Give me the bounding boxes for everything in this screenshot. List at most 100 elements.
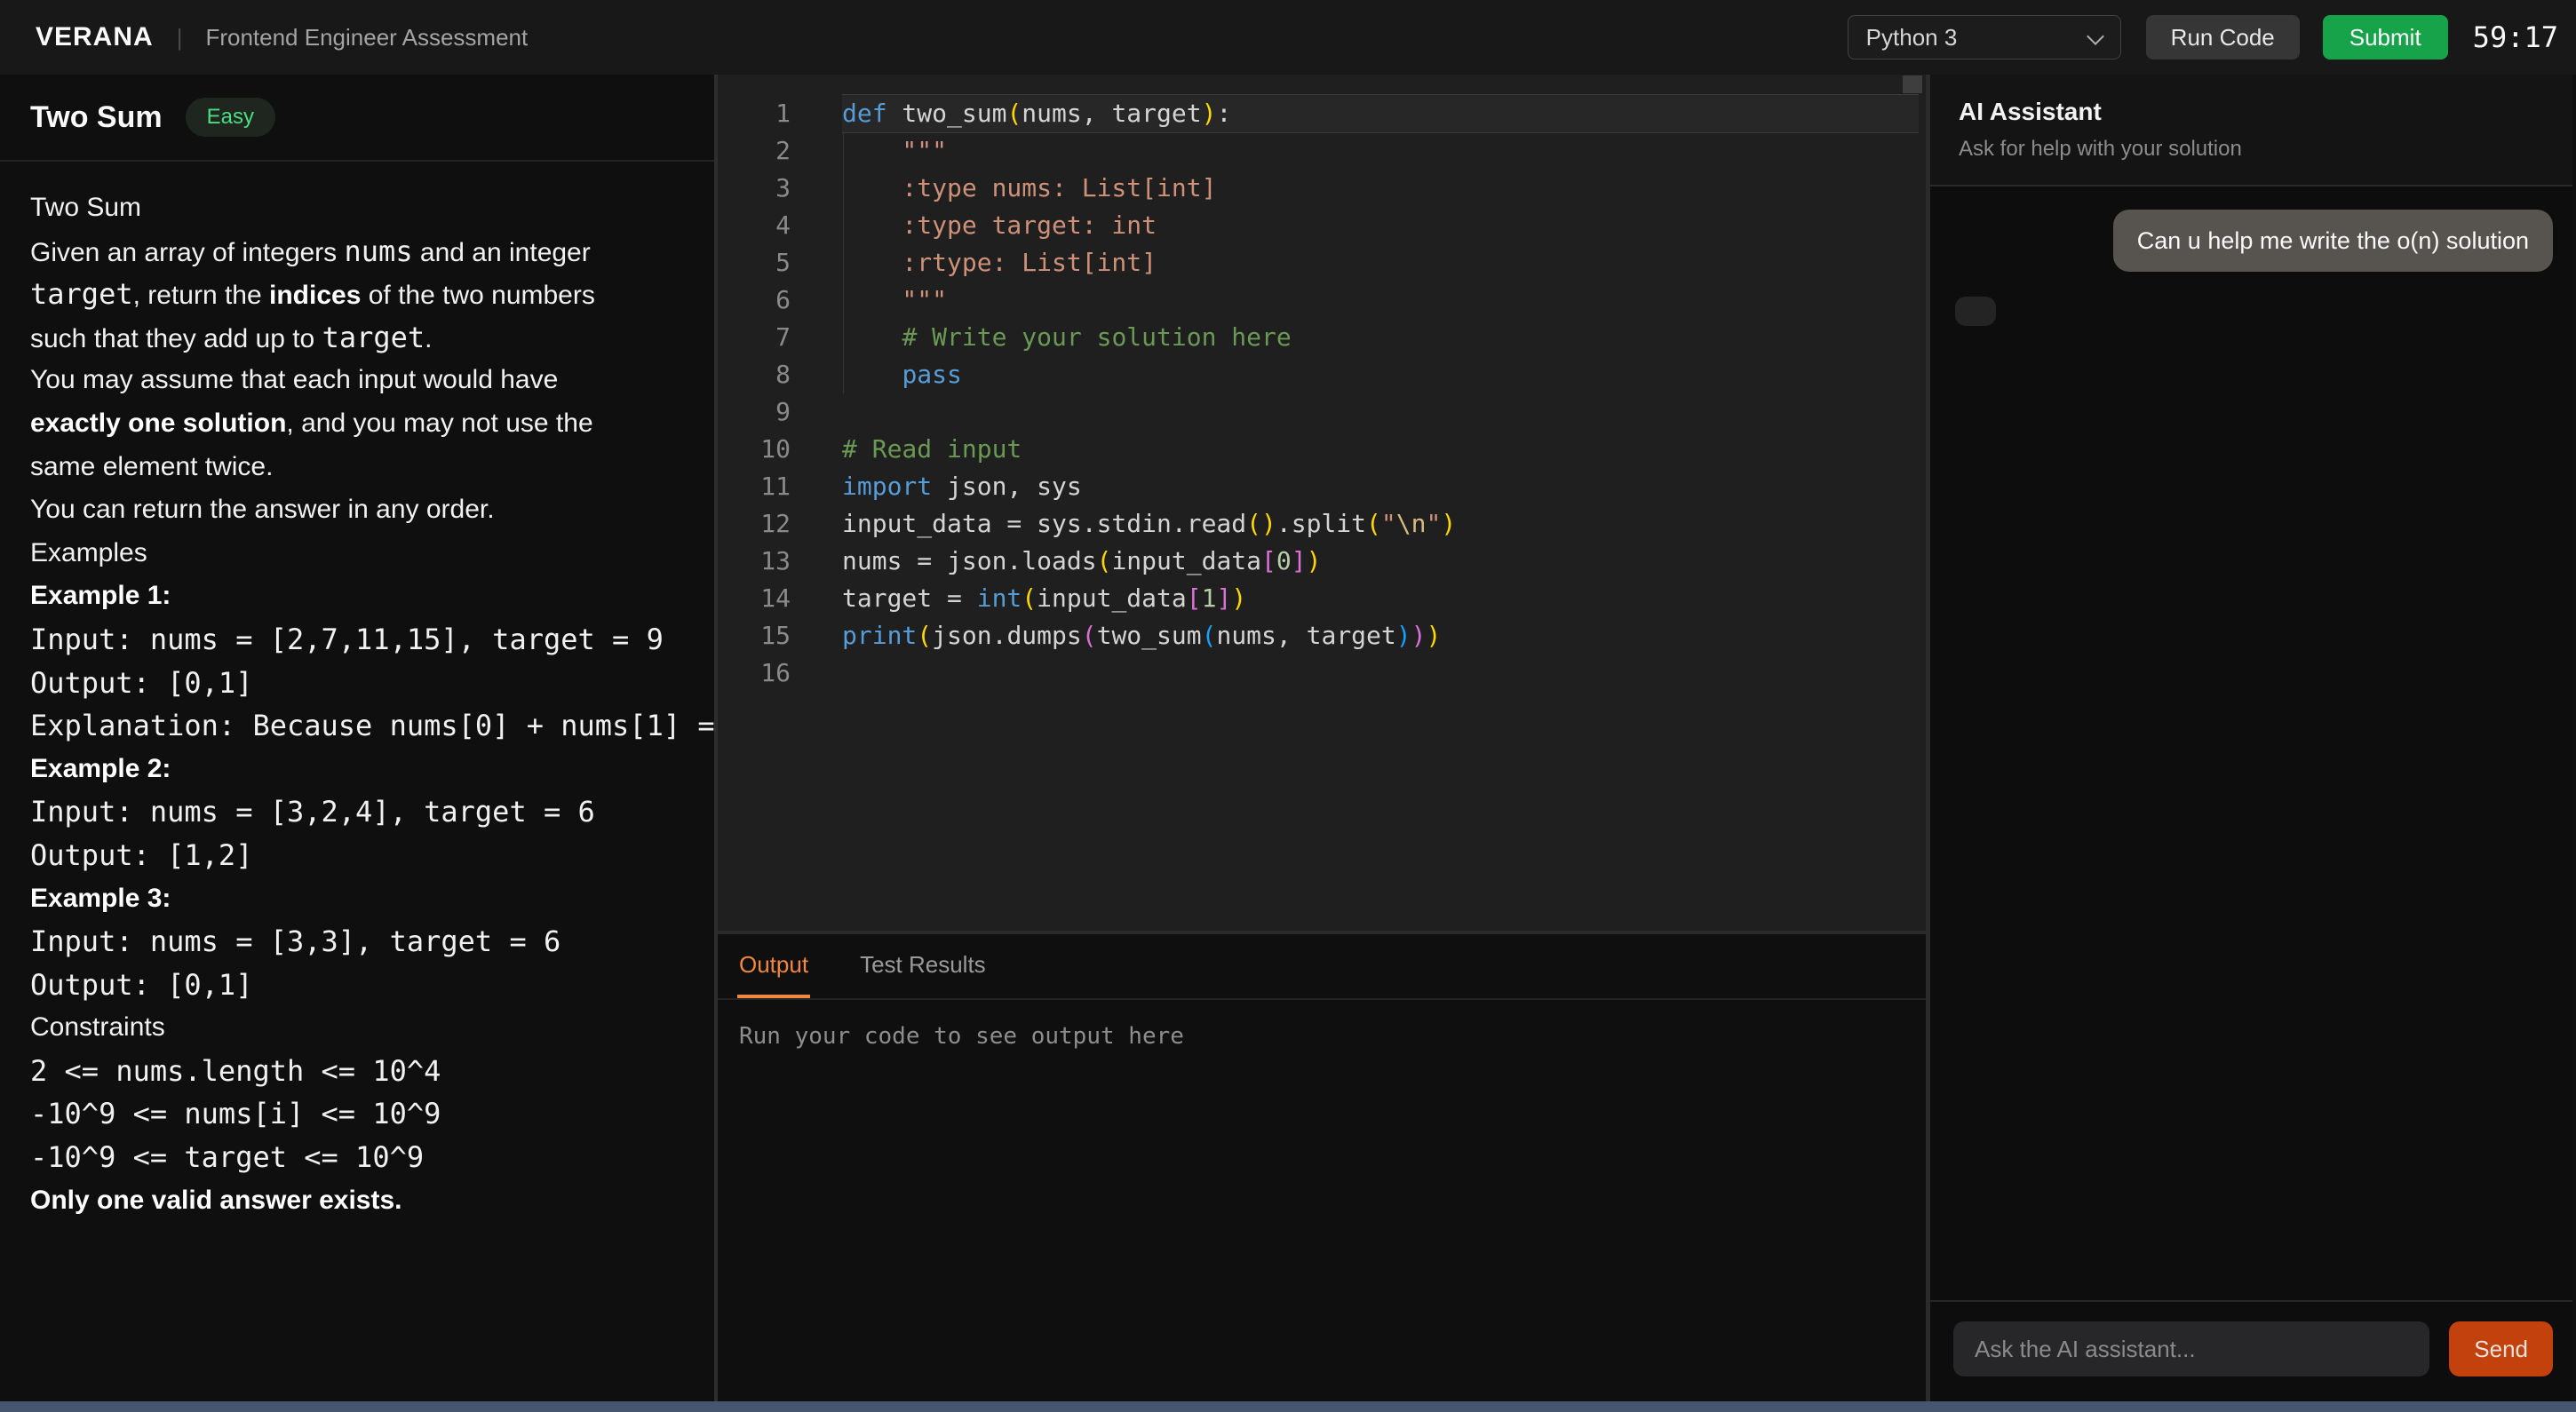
code-line-content[interactable]: print(json.dumps(two_sum(nums, target))) bbox=[842, 617, 1919, 654]
description-line: Input: nums = [3,2,4], target = 6 bbox=[30, 790, 714, 834]
description-line: Examples bbox=[30, 532, 714, 575]
line-number: 14 bbox=[718, 580, 791, 617]
code-line-content[interactable]: def two_sum(nums, target): bbox=[842, 95, 1919, 132]
countdown-timer: 59:17 bbox=[2473, 20, 2558, 54]
code-line-content[interactable]: pass bbox=[842, 356, 1919, 393]
code-line[interactable]: 2 """ bbox=[718, 132, 1926, 170]
code-line[interactable]: 16 bbox=[718, 654, 1926, 692]
ai-assistant-subtitle: Ask for help with your solution bbox=[1959, 137, 2544, 162]
ai-assistant-title: AI Assistant bbox=[1959, 98, 2544, 126]
chat-input[interactable] bbox=[1953, 1321, 2429, 1376]
code-line-content[interactable]: input_data = sys.stdin.read().split("\n"… bbox=[842, 505, 1919, 543]
description-line: exactly one solution, and you may not us… bbox=[30, 402, 714, 446]
line-number: 8 bbox=[718, 356, 791, 393]
description-line: Output: [0,1] bbox=[30, 662, 714, 705]
line-number: 9 bbox=[718, 393, 791, 431]
description-line: -10^9 <= nums[i] <= 10^9 bbox=[30, 1092, 714, 1136]
ai-assistant-header: AI Assistant Ask for help with your solu… bbox=[1930, 75, 2572, 186]
tab-output[interactable]: Output bbox=[737, 934, 810, 998]
description-line: Two Sum bbox=[30, 186, 714, 230]
code-line[interactable]: 3 :type nums: List[int] bbox=[718, 170, 1926, 207]
code-line-content[interactable]: nums = json.loads(input_data[0]) bbox=[842, 543, 1919, 580]
problem-title: Two Sum bbox=[30, 100, 163, 135]
chat-area: Can u help me write the o(n) solution bbox=[1930, 186, 2572, 1300]
code-line[interactable]: 15print(json.dumps(two_sum(nums, target)… bbox=[718, 617, 1926, 654]
brand-logo: VERANA bbox=[36, 22, 154, 52]
code-line-content[interactable]: # Write your solution here bbox=[842, 319, 1919, 356]
user-message-row: Can u help me write the o(n) solution bbox=[1955, 210, 2553, 272]
send-button[interactable]: Send bbox=[2449, 1321, 2553, 1376]
description-line: such that they add up to target. bbox=[30, 316, 714, 360]
console-panel: Output Test Results Run your code to see… bbox=[718, 931, 1926, 1401]
code-line-content[interactable]: :type target: int bbox=[842, 207, 1919, 244]
top-bar: VERANA | Frontend Engineer Assessment Py… bbox=[0, 0, 2576, 75]
description-line: Example 1: bbox=[30, 575, 714, 618]
code-line-content[interactable] bbox=[842, 654, 1919, 692]
code-line[interactable]: 9 bbox=[718, 393, 1926, 431]
line-number: 5 bbox=[718, 244, 791, 282]
code-line[interactable]: 13 nums = json.loads(input_data[0]) bbox=[718, 543, 1926, 580]
code-line[interactable]: 4 :type target: int bbox=[718, 207, 1926, 244]
code-line[interactable]: 1def two_sum(nums, target): bbox=[718, 95, 1926, 132]
code-line-content[interactable]: """ bbox=[842, 132, 1919, 170]
code-line-content[interactable]: :rtype: List[int] bbox=[842, 244, 1919, 282]
code-line-content[interactable]: :type nums: List[int] bbox=[842, 170, 1919, 207]
tab-test-results-label: Test Results bbox=[860, 951, 986, 979]
assistant-typing-indicator bbox=[1955, 297, 1996, 326]
console-tab-bar: Output Test Results bbox=[718, 934, 1926, 1000]
line-number: 7 bbox=[718, 319, 791, 356]
line-number: 4 bbox=[718, 207, 791, 244]
indent-guide bbox=[843, 132, 844, 393]
code-area: 1def two_sum(nums, target):2 """3 :type … bbox=[718, 95, 1926, 692]
description-line: You can return the answer in any order. bbox=[30, 488, 714, 532]
editor-scrollbar-thumb[interactable] bbox=[1903, 75, 1922, 93]
code-line-content[interactable]: # Read input bbox=[842, 431, 1919, 468]
line-number: 16 bbox=[718, 654, 791, 692]
submit-button[interactable]: Submit bbox=[2323, 15, 2448, 59]
code-line-content[interactable]: """ bbox=[842, 282, 1919, 319]
assessment-title: Frontend Engineer Assessment bbox=[205, 24, 528, 52]
code-line[interactable]: 7 # Write your solution here bbox=[718, 319, 1926, 356]
code-line[interactable]: 12 input_data = sys.stdin.read().split("\… bbox=[718, 505, 1926, 543]
description-line: Only one valid answer exists. bbox=[30, 1179, 714, 1223]
language-select-wrap: Python 3 bbox=[1848, 15, 2121, 59]
run-code-button[interactable]: Run Code bbox=[2146, 15, 2300, 59]
problem-description: Two SumGiven an array of integers nums a… bbox=[0, 162, 714, 1222]
line-number: 2 bbox=[718, 132, 791, 170]
code-line-content[interactable]: import json, sys bbox=[842, 468, 1919, 505]
code-line[interactable]: 6 """ bbox=[718, 282, 1926, 319]
description-line: You may assume that each input would hav… bbox=[30, 359, 714, 402]
code-line[interactable]: 8 pass bbox=[718, 356, 1926, 393]
chat-input-row: Send bbox=[1930, 1300, 2572, 1401]
user-message-bubble: Can u help me write the o(n) solution bbox=[2113, 210, 2553, 272]
line-number: 11 bbox=[718, 468, 791, 505]
tab-test-results[interactable]: Test Results bbox=[858, 934, 988, 998]
main-area: Two Sum Easy Two SumGiven an array of in… bbox=[0, 75, 2576, 1401]
code-line[interactable]: 11 import json, sys bbox=[718, 468, 1926, 505]
code-line[interactable]: 10 # Read input bbox=[718, 431, 1926, 468]
console-output-placeholder: Run your code to see output here bbox=[718, 1000, 1926, 1073]
code-line[interactable]: 5 :rtype: List[int] bbox=[718, 244, 1926, 282]
center-column: 1def two_sum(nums, target):2 """3 :type … bbox=[718, 75, 1926, 1401]
line-number: 3 bbox=[718, 170, 791, 207]
ai-assistant-panel: AI Assistant Ask for help with your solu… bbox=[1926, 75, 2572, 1401]
tab-output-label: Output bbox=[739, 951, 808, 979]
line-number: 12 bbox=[718, 505, 791, 543]
description-line: Output: [1,2] bbox=[30, 834, 714, 877]
difficulty-badge: Easy bbox=[186, 98, 275, 137]
description-line: target, return the indices of the two nu… bbox=[30, 273, 714, 316]
description-line: Constraints bbox=[30, 1006, 714, 1050]
code-line-content[interactable]: target = int(input_data[1]) bbox=[842, 580, 1919, 617]
problem-panel: Two Sum Easy Two SumGiven an array of in… bbox=[0, 75, 718, 1401]
bottom-edge-strip bbox=[0, 1401, 2576, 1412]
problem-header: Two Sum Easy bbox=[0, 75, 714, 162]
code-line[interactable]: 14 target = int(input_data[1]) bbox=[718, 580, 1926, 617]
code-editor[interactable]: 1def two_sum(nums, target):2 """3 :type … bbox=[718, 75, 1926, 931]
description-line: same element twice. bbox=[30, 446, 714, 489]
line-number: 13 bbox=[718, 543, 791, 580]
language-select[interactable]: Python 3 bbox=[1848, 15, 2121, 59]
code-line-content[interactable] bbox=[842, 393, 1919, 431]
description-line: -10^9 <= target <= 10^9 bbox=[30, 1136, 714, 1179]
description-line: Given an array of integers nums and an i… bbox=[30, 230, 714, 274]
line-number: 10 bbox=[718, 431, 791, 468]
